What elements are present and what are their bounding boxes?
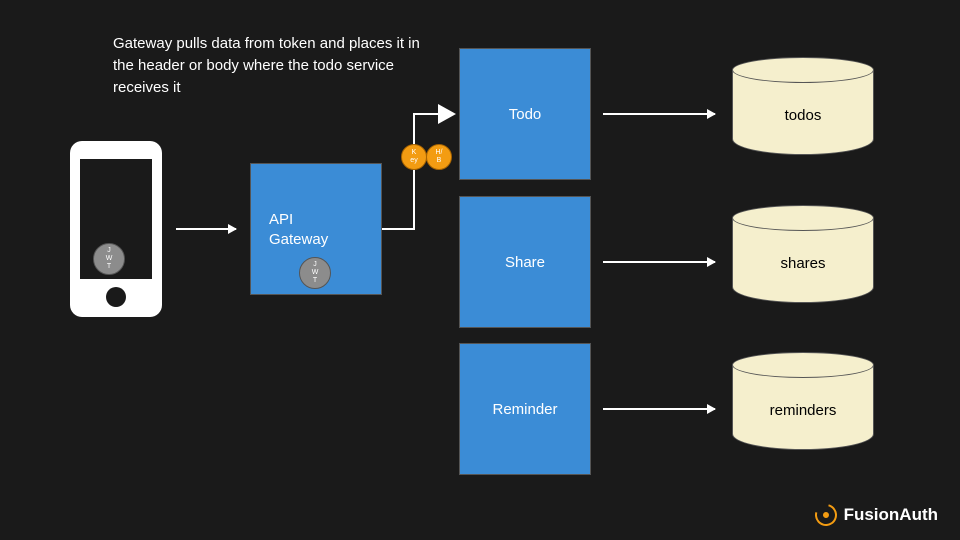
fusionauth-logo-icon [811,500,841,530]
arrow-phone-to-gateway [176,228,236,230]
arrow-reminder-to-db [603,408,715,410]
service-box-todo: Todo [459,48,591,180]
api-gateway-label: API Gateway [269,210,328,251]
fusionauth-logo: FusionAuth [815,504,938,526]
database-shares: shares [732,205,874,303]
database-label: todos [732,107,874,124]
service-box-share: Share [459,196,591,328]
phone-device-icon [70,141,162,317]
arrow-todo-to-db [603,113,715,115]
service-label: Reminder [492,401,557,418]
phone-home-button-icon [106,287,126,307]
service-label: Share [505,254,545,271]
arrow-gateway-to-todo [382,113,460,233]
service-box-reminder: Reminder [459,343,591,475]
jwt-token-badge-gateway: J W T [299,257,331,289]
cylinder-top-icon [732,57,874,83]
key-badge: K ey [401,144,427,170]
caption-text: Gateway pulls data from token and places… [113,33,423,98]
cylinder-top-icon [732,205,874,231]
header-body-badge: H/ B [426,144,452,170]
arrow-share-to-db [603,261,715,263]
service-label: Todo [509,106,542,123]
database-reminders: reminders [732,352,874,450]
database-todos: todos [732,57,874,155]
fusionauth-logo-text: FusionAuth [844,505,938,525]
cylinder-top-icon [732,352,874,378]
jwt-token-badge-phone: J W T [93,243,125,275]
database-label: shares [732,255,874,272]
database-label: reminders [732,402,874,419]
